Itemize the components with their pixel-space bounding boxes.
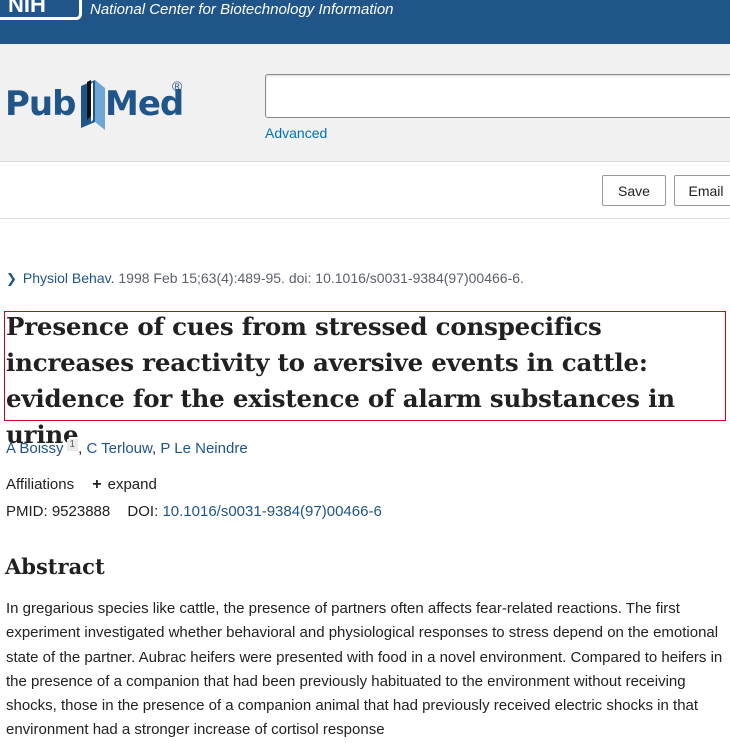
abstract-text: In gregarious species like cattle, the p… bbox=[6, 600, 723, 739]
author-link[interactable]: P Le Neindre bbox=[160, 440, 247, 457]
advanced-search-link[interactable]: Advanced bbox=[265, 125, 327, 141]
doi-label: DOI: bbox=[127, 503, 159, 520]
plus-icon: + bbox=[92, 476, 102, 493]
affiliations-label: Affiliations bbox=[6, 476, 75, 493]
identifiers: PMID: 9523888 DOI: 10.1016/s0031-9384(97… bbox=[6, 503, 382, 520]
journal-link[interactable]: Physiol Behav. bbox=[23, 270, 115, 286]
expand-affiliations-button[interactable]: + expand bbox=[92, 476, 157, 493]
affiliation-ref[interactable]: 1 bbox=[66, 439, 79, 451]
nih-logo[interactable]: NIH bbox=[0, 0, 82, 20]
pmid-value: 9523888 bbox=[51, 503, 111, 520]
citation: ❯ Physiol Behav. 1998 Feb 15;63(4):489-95… bbox=[6, 270, 524, 287]
pubmed-header: Pub Med ® Advanced bbox=[0, 44, 730, 162]
doi-link[interactable]: 10.1016/s0031-9384(97)00466-6 bbox=[162, 503, 381, 520]
pmid-label: PMID: bbox=[6, 503, 48, 520]
author-link[interactable]: A Boissy bbox=[6, 440, 64, 457]
article-title: Presence of cues from stressed conspecif… bbox=[6, 312, 675, 449]
author-link[interactable]: C Terlouw bbox=[86, 440, 152, 457]
action-bar: Save Email bbox=[0, 162, 730, 219]
affiliations-row: Affiliations + expand bbox=[6, 476, 157, 494]
ncbi-title-link[interactable]: National Center for Biotechnology Inform… bbox=[90, 1, 394, 18]
abstract-heading: Abstract bbox=[5, 554, 105, 579]
pubmed-logo[interactable]: Pub Med ® bbox=[5, 78, 190, 132]
save-button[interactable]: Save bbox=[602, 175, 666, 206]
book-icon bbox=[81, 80, 105, 130]
logo-pub-text: Pub bbox=[5, 84, 76, 124]
search-input[interactable] bbox=[265, 74, 730, 118]
ncbi-banner: NIH National Center for Biotechnology In… bbox=[0, 0, 730, 44]
author-list: A Boissy 1, C Terlouw, P Le Neindre bbox=[6, 439, 248, 457]
title-highlight-box: Presence of cues from stressed conspecif… bbox=[4, 311, 726, 449]
registered-mark: ® bbox=[172, 78, 183, 94]
chevron-right-icon[interactable]: ❯ bbox=[6, 271, 17, 286]
email-button[interactable]: Email bbox=[674, 175, 730, 206]
citation-details: 1998 Feb 15;63(4):489-95. doi: 10.1016/s… bbox=[114, 270, 524, 286]
